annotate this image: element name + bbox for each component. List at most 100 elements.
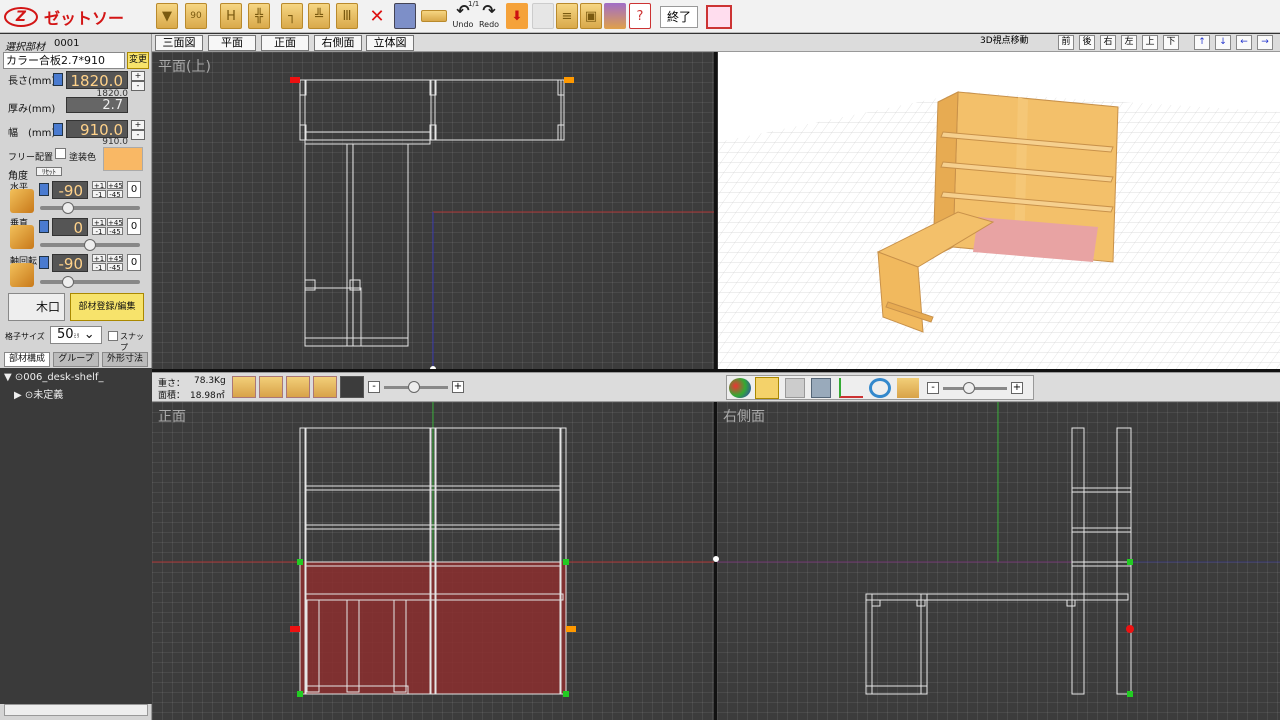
tab-three-view[interactable]: 三面図 bbox=[155, 35, 203, 51]
add-board-icon[interactable]: ▼ bbox=[156, 3, 178, 29]
material-field[interactable]: カラー合板2.7*910 bbox=[3, 52, 125, 69]
delete-icon[interactable]: ✕ bbox=[366, 3, 388, 29]
joint-h-icon[interactable]: H bbox=[220, 3, 242, 29]
kiguchi-button[interactable]: 木口 bbox=[8, 293, 65, 321]
joint-l-icon[interactable]: ┐ bbox=[281, 3, 303, 29]
paint-checkbox[interactable] bbox=[55, 148, 66, 159]
calculator-icon[interactable] bbox=[39, 220, 49, 233]
3d-zoom-slider[interactable] bbox=[943, 387, 1007, 390]
view-left-button[interactable]: 左 bbox=[1121, 35, 1137, 50]
end-button[interactable]: 終了 bbox=[660, 6, 698, 28]
front-view[interactable]: 正面 bbox=[152, 402, 714, 720]
texture-icon[interactable] bbox=[755, 377, 779, 399]
help-icon[interactable]: ? bbox=[629, 3, 651, 29]
import-icon[interactable]: ⬇ bbox=[506, 3, 528, 29]
width-minus[interactable]: - bbox=[131, 130, 145, 140]
vertical-plus45[interactable]: +45 bbox=[107, 218, 123, 227]
length-plus[interactable]: + bbox=[131, 71, 145, 81]
3d-zoom-in-button[interactable]: + bbox=[1011, 382, 1023, 394]
measure-icon[interactable] bbox=[421, 10, 447, 22]
tree-root[interactable]: ▼ ⊙006_desk-shelf_ bbox=[4, 372, 103, 383]
joint-u-icon[interactable]: ╩ bbox=[308, 3, 330, 29]
vertical-slider-knob[interactable] bbox=[84, 239, 96, 251]
horizontal-slider[interactable] bbox=[40, 206, 140, 210]
length-input[interactable]: 1820.0 bbox=[66, 71, 128, 90]
paint-swatch[interactable] bbox=[103, 147, 143, 171]
tab-outer-size[interactable]: 外形寸法 bbox=[102, 352, 148, 367]
horizontal-plus1[interactable]: +1 bbox=[92, 181, 106, 190]
axis-input[interactable]: -90 bbox=[52, 254, 88, 273]
rotate-90-icon[interactable]: 90 bbox=[185, 3, 207, 29]
tab-group[interactable]: グループ bbox=[53, 352, 99, 367]
calculator-icon[interactable] bbox=[53, 73, 63, 86]
copy-icon[interactable] bbox=[394, 3, 416, 29]
tab-plan[interactable]: 平面 bbox=[208, 35, 256, 51]
width-input[interactable]: 910.0 bbox=[66, 120, 128, 139]
wireframe-icon[interactable] bbox=[811, 378, 831, 398]
arrow-left-button[interactable]: ← bbox=[1236, 35, 1252, 50]
reset-button[interactable]: ﾘｾｯﾄ bbox=[36, 167, 62, 176]
3d-zoom-knob[interactable] bbox=[963, 382, 975, 394]
fit-icon[interactable] bbox=[897, 378, 919, 398]
right-side-view[interactable]: 右側面 bbox=[717, 402, 1280, 720]
tab-right[interactable]: 右側面 bbox=[314, 35, 362, 51]
vertical-zero-button[interactable]: 0 bbox=[127, 218, 141, 235]
horizontal-slider-knob[interactable] bbox=[62, 202, 74, 214]
tool-1-icon[interactable] bbox=[232, 376, 256, 398]
zoom-out-button[interactable]: - bbox=[368, 381, 380, 393]
zoom-in-button[interactable]: + bbox=[452, 381, 464, 393]
thickness-input[interactable]: 2.7 bbox=[66, 97, 128, 113]
axis-slider[interactable] bbox=[40, 280, 140, 284]
change-button[interactable]: 変更 bbox=[127, 52, 149, 69]
view-top-button[interactable]: 上 bbox=[1142, 35, 1158, 50]
vertical-minus1[interactable]: -1 bbox=[92, 227, 106, 236]
arrow-right-button[interactable]: → bbox=[1257, 35, 1273, 50]
tree-scrollbar[interactable] bbox=[4, 704, 148, 716]
solid-icon[interactable] bbox=[785, 378, 805, 398]
axis-minus1[interactable]: -1 bbox=[92, 263, 106, 272]
length-minus[interactable]: - bbox=[131, 81, 145, 91]
view-back-button[interactable]: 後 bbox=[1079, 35, 1095, 50]
tool-3-icon[interactable] bbox=[286, 376, 310, 398]
calculator-icon[interactable] bbox=[39, 256, 49, 269]
tree-child[interactable]: ▶ ⊙未定義 bbox=[14, 386, 63, 401]
snap-checkbox[interactable] bbox=[108, 331, 118, 341]
horizontal-input[interactable]: -90 bbox=[52, 181, 88, 200]
box-icon[interactable]: ▣ bbox=[580, 3, 602, 29]
zoom-knob[interactable] bbox=[408, 381, 420, 393]
view-bottom-button[interactable]: 下 bbox=[1163, 35, 1179, 50]
axis-minus45[interactable]: -45 bbox=[107, 263, 123, 272]
calculator-icon[interactable] bbox=[39, 183, 49, 196]
joint-cross-icon[interactable]: ╬ bbox=[248, 3, 270, 29]
calculator-icon[interactable] bbox=[53, 123, 63, 136]
arrow-up-button[interactable]: ↑ bbox=[1194, 35, 1210, 50]
select-tool-icon[interactable] bbox=[340, 376, 364, 398]
3d-zoom-out-button[interactable]: - bbox=[927, 382, 939, 394]
3d-view[interactable] bbox=[718, 52, 1280, 370]
grid-size-select[interactable]: 50ﾐﾘ ⌄ bbox=[50, 326, 102, 344]
tab-parts[interactable]: 部材構成 bbox=[4, 352, 50, 367]
horizontal-zero-button[interactable]: 0 bbox=[127, 181, 141, 198]
vertical-input[interactable]: 0 bbox=[52, 218, 88, 237]
axis-plus45[interactable]: +45 bbox=[107, 254, 123, 263]
axis-plus1[interactable]: +1 bbox=[92, 254, 106, 263]
joint-multi-icon[interactable]: Ⅲ bbox=[336, 3, 358, 29]
split-center-handle[interactable] bbox=[713, 556, 719, 562]
rotate-icon[interactable] bbox=[869, 378, 891, 398]
horizontal-plus45[interactable]: +45 bbox=[107, 181, 123, 190]
color-mode-icon[interactable] bbox=[729, 378, 751, 398]
stack-icon[interactable]: ≡ bbox=[556, 3, 578, 29]
axis-icon[interactable] bbox=[839, 378, 863, 398]
view-right-button[interactable]: 右 bbox=[1100, 35, 1116, 50]
vertical-plus1[interactable]: +1 bbox=[92, 218, 106, 227]
axis-slider-knob[interactable] bbox=[62, 276, 74, 288]
palette-icon[interactable] bbox=[604, 3, 626, 29]
tab-3d[interactable]: 立体図 bbox=[366, 35, 414, 51]
fullscreen-icon[interactable] bbox=[706, 5, 732, 29]
tool-2-icon[interactable] bbox=[259, 376, 283, 398]
tab-front[interactable]: 正面 bbox=[261, 35, 309, 51]
vertical-minus45[interactable]: -45 bbox=[107, 227, 123, 236]
axis-zero-button[interactable]: 0 bbox=[127, 254, 141, 271]
arrow-down-button[interactable]: ↓ bbox=[1215, 35, 1231, 50]
horizontal-minus45[interactable]: -45 bbox=[107, 190, 123, 199]
